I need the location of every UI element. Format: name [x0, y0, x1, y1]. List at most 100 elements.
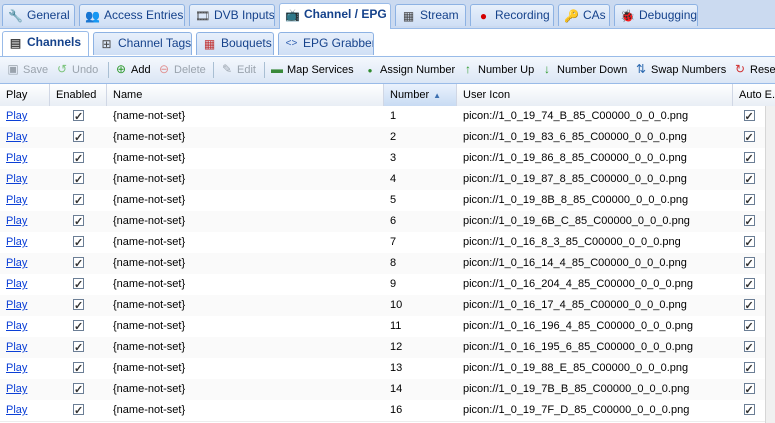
play-link[interactable]: Play [6, 236, 27, 248]
column-header-auto-epg[interactable]: Auto E... [733, 84, 775, 106]
auto-epg-checkbox[interactable] [743, 338, 755, 358]
auto-epg-checkbox[interactable] [743, 380, 755, 400]
user-icon-cell[interactable]: picon://1_0_16_8_3_85_C00000_0_0_0.png [457, 232, 733, 253]
table-row[interactable]: Play {name-not-set}7picon://1_0_16_8_3_85… [0, 232, 775, 254]
auto-epg-checkbox[interactable] [743, 401, 755, 421]
name-cell[interactable]: {name-not-set} [107, 253, 384, 274]
table-row[interactable]: Play {name-not-set}13picon://1_0_19_88_E_… [0, 358, 775, 380]
reset-button[interactable]: ↻ Rese [733, 61, 775, 79]
user-icon-cell[interactable]: picon://1_0_19_83_6_85_C00000_0_0_0.png [457, 127, 733, 148]
auto-epg-checkbox[interactable] [743, 317, 755, 337]
add-button[interactable]: ⊕ Add [114, 61, 151, 79]
user-icon-cell[interactable]: picon://1_0_19_7F_D_85_C00000_0_0_0.png [457, 400, 733, 421]
name-cell[interactable]: {name-not-set} [107, 232, 384, 253]
number-cell[interactable]: 7 [384, 232, 457, 253]
name-cell[interactable]: {name-not-set} [107, 148, 384, 169]
save-button[interactable]: ▣ Save [6, 61, 48, 79]
table-row[interactable]: Play {name-not-set}4picon://1_0_19_87_8_8… [0, 169, 775, 191]
play-link[interactable]: Play [6, 299, 27, 311]
number-cell[interactable]: 1 [384, 106, 457, 127]
auto-epg-checkbox[interactable] [743, 359, 755, 379]
enabled-checkbox[interactable] [73, 149, 84, 169]
auto-epg-checkbox[interactable] [743, 233, 755, 253]
number-cell[interactable]: 11 [384, 316, 457, 337]
auto-epg-checkbox[interactable] [743, 191, 755, 211]
undo-button[interactable]: ↺ Undo [55, 61, 98, 79]
table-row[interactable]: Play {name-not-set}8picon://1_0_16_14_4_8… [0, 253, 775, 275]
user-icon-cell[interactable]: picon://1_0_16_204_4_85_C00000_0_0_0.png [457, 274, 733, 295]
table-row[interactable]: Play {name-not-set}16picon://1_0_19_7F_D_… [0, 400, 775, 422]
number-cell[interactable]: 13 [384, 358, 457, 379]
enabled-checkbox[interactable] [73, 296, 84, 316]
play-link[interactable]: Play [6, 362, 27, 374]
user-icon-cell[interactable]: picon://1_0_19_8B_8_85_C00000_0_0_0.png [457, 190, 733, 211]
name-cell[interactable]: {name-not-set} [107, 169, 384, 190]
edit-button[interactable]: ✎ Edit [220, 61, 256, 79]
tab-channel-tags[interactable]: ⊞ Channel Tags [93, 32, 192, 55]
user-icon-cell[interactable]: picon://1_0_19_86_8_85_C00000_0_0_0.png [457, 148, 733, 169]
enabled-checkbox[interactable] [73, 107, 84, 127]
table-row[interactable]: Play {name-not-set}12picon://1_0_16_195_6… [0, 337, 775, 359]
user-icon-cell[interactable]: picon://1_0_19_6B_C_85_C00000_0_0_0.png [457, 211, 733, 232]
tab-cas[interactable]: 🔑 CAs [558, 4, 610, 26]
tab-stream[interactable]: ▦ Stream [395, 4, 466, 26]
table-row[interactable]: Play {name-not-set}6picon://1_0_19_6B_C_8… [0, 211, 775, 233]
number-cell[interactable]: 16 [384, 400, 457, 421]
number-cell[interactable]: 4 [384, 169, 457, 190]
tab-bouquets[interactable]: ▦ Bouquets [196, 32, 274, 55]
number-cell[interactable]: 8 [384, 253, 457, 274]
auto-epg-checkbox[interactable] [743, 149, 755, 169]
table-row[interactable]: Play {name-not-set}11picon://1_0_16_196_4… [0, 316, 775, 338]
play-link[interactable]: Play [6, 404, 27, 416]
enabled-checkbox[interactable] [73, 338, 84, 358]
user-icon-cell[interactable]: picon://1_0_16_14_4_85_C00000_0_0_0.png [457, 253, 733, 274]
vertical-scrollbar[interactable] [765, 106, 775, 423]
enabled-checkbox[interactable] [73, 170, 84, 190]
number-down-button[interactable]: ↓ Number Down [540, 61, 627, 79]
play-link[interactable]: Play [6, 131, 27, 143]
number-up-button[interactable]: ↑ Number Up [461, 61, 534, 79]
user-icon-cell[interactable]: picon://1_0_16_195_6_85_C00000_0_0_0.png [457, 337, 733, 358]
delete-button[interactable]: ⊖ Delete [157, 61, 206, 79]
play-link[interactable]: Play [6, 341, 27, 353]
enabled-checkbox[interactable] [73, 233, 84, 253]
enabled-checkbox[interactable] [73, 191, 84, 211]
play-link[interactable]: Play [6, 320, 27, 332]
enabled-checkbox[interactable] [73, 359, 84, 379]
name-cell[interactable]: {name-not-set} [107, 211, 384, 232]
play-link[interactable]: Play [6, 257, 27, 269]
column-header-number[interactable]: Number ▲ [384, 84, 457, 106]
auto-epg-checkbox[interactable] [743, 107, 755, 127]
enabled-checkbox[interactable] [73, 275, 84, 295]
name-cell[interactable]: {name-not-set} [107, 379, 384, 400]
tab-general[interactable]: 🔧 General [2, 4, 75, 26]
play-link[interactable]: Play [6, 215, 27, 227]
play-link[interactable]: Play [6, 383, 27, 395]
number-cell[interactable]: 10 [384, 295, 457, 316]
auto-epg-checkbox[interactable] [743, 275, 755, 295]
swap-numbers-button[interactable]: ⇅ Swap Numbers [634, 61, 726, 79]
name-cell[interactable]: {name-not-set} [107, 295, 384, 316]
table-row[interactable]: Play {name-not-set}2picon://1_0_19_83_6_8… [0, 127, 775, 149]
table-row[interactable]: Play {name-not-set}3picon://1_0_19_86_8_8… [0, 148, 775, 170]
user-icon-cell[interactable]: picon://1_0_19_7B_B_85_C00000_0_0_0.png [457, 379, 733, 400]
name-cell[interactable]: {name-not-set} [107, 337, 384, 358]
play-link[interactable]: Play [6, 110, 27, 122]
column-header-enabled[interactable]: Enabled [50, 84, 107, 106]
number-cell[interactable]: 9 [384, 274, 457, 295]
column-header-play[interactable]: Play [0, 84, 50, 106]
map-services-button[interactable]: ▬ Map Services [270, 61, 354, 79]
enabled-checkbox[interactable] [73, 212, 84, 232]
user-icon-cell[interactable]: picon://1_0_19_88_E_85_C00000_0_0_0.png [457, 358, 733, 379]
play-link[interactable]: Play [6, 152, 27, 164]
tab-dvb-inputs[interactable]: 🎞 DVB Inputs [189, 4, 275, 26]
enabled-checkbox[interactable] [73, 128, 84, 148]
enabled-checkbox[interactable] [73, 317, 84, 337]
number-cell[interactable]: 5 [384, 190, 457, 211]
tab-epg-grabber[interactable]: <> EPG Grabber [278, 32, 374, 55]
user-icon-cell[interactable]: picon://1_0_16_17_4_85_C00000_0_0_0.png [457, 295, 733, 316]
play-link[interactable]: Play [6, 278, 27, 290]
tab-channels[interactable]: ▤ Channels [2, 31, 89, 56]
auto-epg-checkbox[interactable] [743, 170, 755, 190]
number-cell[interactable]: 14 [384, 379, 457, 400]
